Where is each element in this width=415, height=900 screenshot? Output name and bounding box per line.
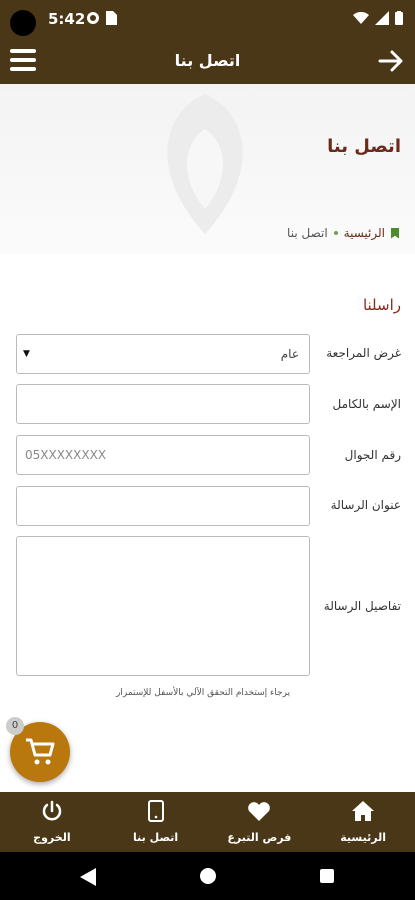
power-icon	[42, 800, 62, 821]
nav-contact-us[interactable]: اتصل بنا	[106, 792, 206, 852]
home-icon	[352, 801, 375, 821]
full-name-input[interactable]	[16, 384, 310, 424]
breadcrumb-home-link[interactable]: الرئيسية	[344, 226, 385, 240]
nav-contact-label: اتصل بنا	[133, 831, 179, 844]
mobile-input-placeholder: 05XXXXXXXX	[25, 448, 107, 462]
subject-label: عنوان الرسالة	[330, 498, 401, 512]
system-back-icon[interactable]	[80, 868, 96, 886]
system-recents-icon[interactable]	[320, 869, 334, 883]
nav-logout[interactable]: الخروج	[2, 792, 102, 852]
heart-icon	[248, 802, 271, 821]
cart-count-badge: 0	[6, 717, 24, 735]
bookmark-icon	[391, 227, 399, 239]
app-title: اتصل بنا	[174, 51, 241, 70]
dropdown-arrow-icon: ▼	[23, 349, 30, 359]
form-section-title: راسلنا	[362, 296, 401, 314]
mobile-label: رقم الجوال	[344, 448, 401, 462]
watermark-logo	[167, 94, 243, 234]
system-navigation-bar	[0, 852, 415, 900]
battery-icon	[395, 11, 403, 25]
notification-icon	[87, 12, 99, 24]
phone-icon	[147, 800, 164, 822]
nav-donation-label: فرص التبرع	[227, 831, 292, 844]
signal-icon	[375, 11, 389, 25]
sim-icon	[106, 11, 117, 25]
breadcrumb-current: اتصل بنا	[287, 226, 328, 240]
arrow-right-icon	[378, 50, 403, 72]
breadcrumb-separator	[333, 231, 338, 235]
status-bar: 5:42	[0, 0, 415, 38]
breadcrumb: الرئيسية اتصل بنا	[287, 226, 399, 240]
page-header: اتصل بنا الرئيسية اتصل بنا	[0, 84, 415, 254]
subject-input[interactable]	[16, 486, 310, 526]
page-title: اتصل بنا	[327, 136, 401, 157]
status-icons-left	[86, 11, 117, 25]
details-label: تفاصيل الرسالة	[323, 599, 401, 613]
status-time: 5:42	[48, 10, 86, 28]
wifi-icon	[353, 12, 369, 24]
camera-cutout	[10, 10, 36, 36]
nav-donation-opportunities[interactable]: فرص التبرع	[209, 792, 309, 852]
full-name-label: الإسم بالكامل	[332, 397, 401, 411]
bottom-navigation: الرئيسية فرص التبرع اتصل بنا الخروج	[0, 792, 415, 852]
purpose-label: غرض المراجعة	[326, 346, 401, 360]
system-home-icon[interactable]	[200, 868, 216, 884]
captcha-hint: يرجاء إستخدام التحقق الآلي بالأسفل للإست…	[116, 688, 291, 698]
back-button[interactable]	[377, 47, 405, 75]
purpose-select[interactable]: عام ▼	[16, 334, 310, 374]
nav-logout-label: الخروج	[33, 831, 71, 844]
details-textarea[interactable]	[16, 536, 310, 676]
app-bar: اتصل بنا	[0, 38, 415, 84]
mobile-input[interactable]: 05XXXXXXXX	[16, 435, 310, 475]
nav-home[interactable]: الرئيسية	[313, 792, 413, 852]
cart-icon	[26, 738, 55, 765]
nav-home-label: الرئيسية	[340, 831, 386, 844]
purpose-select-value: عام	[280, 347, 299, 361]
status-icons-right	[353, 11, 403, 25]
